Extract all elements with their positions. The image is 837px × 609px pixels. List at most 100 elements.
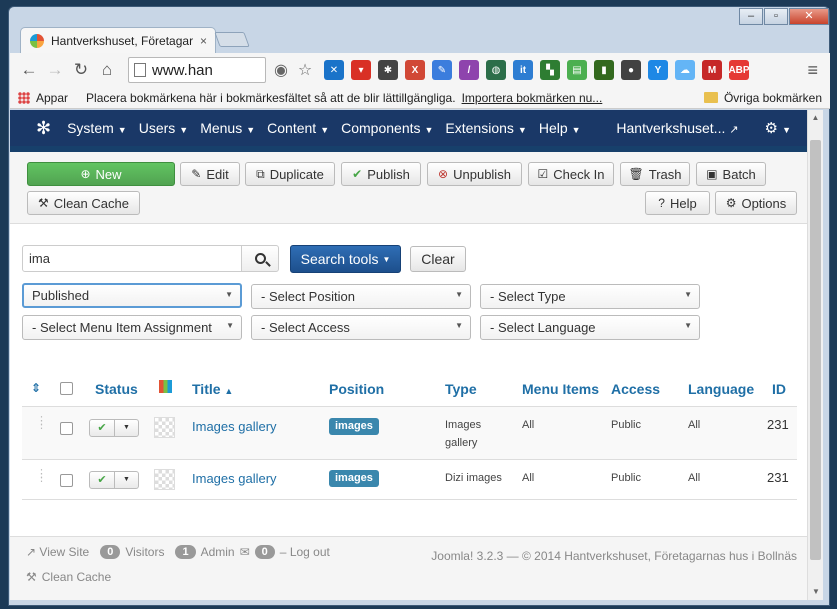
bookmarks-hint: Placera bokmärkena här i bokmärkesfältet… xyxy=(86,90,456,105)
ext-globe-icon[interactable]: ◍ xyxy=(486,60,506,80)
ext-it-icon[interactable]: it xyxy=(513,60,533,80)
status-toggle[interactable]: ✔ ▼ xyxy=(89,419,139,437)
ext-bug-icon[interactable]: ✱ xyxy=(378,60,398,80)
close-window-button[interactable]: ✕ xyxy=(789,8,829,25)
ext-moon-icon[interactable]: ● xyxy=(621,60,641,80)
header-access[interactable]: Access xyxy=(611,381,660,397)
reload-icon[interactable]: ↻ xyxy=(68,60,94,80)
home-icon[interactable]: ⌂ xyxy=(94,60,120,80)
filter-access-select[interactable]: - Select Access ▼ xyxy=(251,315,471,340)
row-checkbox[interactable] xyxy=(60,422,73,435)
joomla-logo-icon[interactable]: ✻ xyxy=(36,118,51,139)
nav-menus[interactable]: Menus ▼ xyxy=(200,120,255,136)
status-footer: ↗ View Site 0 Visitors 1 Admin ✉ 0 – Log… xyxy=(10,536,807,600)
help-button[interactable]: ? Help xyxy=(645,191,710,215)
table-header: ⇕ Status Title ▲ Position Type Menu Item… xyxy=(22,369,797,407)
page-scrollbar[interactable]: ▲ ▼ xyxy=(807,110,823,600)
checkin-button[interactable]: ☑ Check In xyxy=(528,162,614,186)
ext-y-icon[interactable]: Y xyxy=(648,60,668,80)
status-toggle[interactable]: ✔ ▼ xyxy=(89,471,139,489)
drag-handle-icon[interactable]: ⋮ ⋮ xyxy=(36,416,47,431)
filter-language-select[interactable]: - Select Language ▼ xyxy=(480,315,700,340)
lightbulb-icon[interactable]: ◉ xyxy=(270,60,292,80)
trash-button[interactable]: 🗑 Trash xyxy=(620,162,690,186)
new-button[interactable]: ⊕ New xyxy=(27,162,175,186)
scroll-up-arrow-icon[interactable]: ▲ xyxy=(808,110,823,126)
filter-position-select[interactable]: - Select Position ▼ xyxy=(251,284,471,309)
header-position[interactable]: Position xyxy=(329,381,384,397)
check-icon: ✔ xyxy=(352,167,363,181)
nav-system[interactable]: System ▼ xyxy=(67,120,127,136)
ext-puzzle-icon[interactable]: ▚ xyxy=(540,60,560,80)
ext-gmail-icon[interactable]: M xyxy=(702,60,722,80)
ext-feather-icon[interactable]: / xyxy=(459,60,479,80)
filter-menu-assignment-select[interactable]: - Select Menu Item Assignment ▼ xyxy=(22,315,242,340)
tab-close-icon[interactable]: × xyxy=(200,34,207,48)
select-all-checkbox[interactable] xyxy=(60,382,73,395)
ext-cloud-icon[interactable]: ☁ xyxy=(675,60,695,80)
address-bar[interactable]: www.han xyxy=(128,57,266,83)
clean-cache-button[interactable]: ⚒ Clean Cache xyxy=(27,191,140,215)
new-tab-button[interactable] xyxy=(214,32,250,47)
maximize-button[interactable]: ▫ xyxy=(764,8,788,25)
publish-button[interactable]: ✔ Publish xyxy=(341,162,421,186)
other-bookmarks[interactable]: Övriga bokmärken xyxy=(703,91,822,105)
import-bookmarks-link[interactable]: Importera bokmärken nu... xyxy=(462,91,603,105)
filter-type-select[interactable]: - Select Type ▼ xyxy=(480,284,700,309)
header-status[interactable]: Status xyxy=(95,381,138,397)
footer-status-row: ↗ View Site 0 Visitors 1 Admin ✉ 0 – Log… xyxy=(26,545,330,559)
row-checkbox[interactable] xyxy=(60,474,73,487)
nav-help[interactable]: Help ▼ xyxy=(539,120,581,136)
bookmark-star-icon[interactable]: ☆ xyxy=(294,60,316,80)
dropdown-arrow-icon: ▼ xyxy=(455,290,463,299)
nav-users[interactable]: Users ▼ xyxy=(139,120,188,136)
ext-book-icon[interactable]: ▮ xyxy=(594,60,614,80)
header-language[interactable]: Language xyxy=(688,381,754,397)
header-type[interactable]: Type xyxy=(445,381,477,397)
ext-butterfly-icon[interactable]: ✕ xyxy=(324,60,344,80)
sort-asc-icon: ▲ xyxy=(224,386,234,396)
logout-link[interactable]: – Log out xyxy=(280,545,330,559)
unpublish-button[interactable]: ⊗ Unpublish xyxy=(427,162,522,186)
search-tools-button[interactable]: Search tools ▼ xyxy=(290,245,401,273)
batch-button[interactable]: ▣ Batch xyxy=(696,162,766,186)
clear-button[interactable]: Clear xyxy=(410,246,466,272)
site-name-link[interactable]: Hantverkshuset... ↗ xyxy=(616,120,738,136)
scroll-down-arrow-icon[interactable]: ▼ xyxy=(808,584,824,600)
drag-handle-icon[interactable]: ⋮ ⋮ xyxy=(36,469,47,484)
header-id[interactable]: ID xyxy=(772,381,786,397)
admin-count-badge: 1 xyxy=(175,545,196,559)
view-site-link[interactable]: ↗ View Site xyxy=(26,545,89,559)
options-button[interactable]: ⚙ Options xyxy=(715,191,797,215)
question-icon: ? xyxy=(658,196,665,210)
envelope-icon[interactable]: ✉ xyxy=(240,545,250,559)
browser-tab[interactable]: Hantverkshuset, Företagar × xyxy=(20,27,216,53)
scroll-thumb[interactable] xyxy=(810,140,821,560)
ext-abp-icon[interactable]: ABP xyxy=(728,60,750,80)
module-title-link[interactable]: Images gallery xyxy=(192,471,277,486)
footer-clean-cache-link[interactable]: ⚒ Clean Cache xyxy=(26,570,111,584)
module-title-link[interactable]: Images gallery xyxy=(192,419,277,434)
minimize-button[interactable]: – xyxy=(739,8,763,25)
nav-extensions[interactable]: Extensions ▼ xyxy=(445,120,526,136)
edit-button[interactable]: ✎ Edit xyxy=(180,162,240,186)
ext-x-icon[interactable]: X xyxy=(405,60,425,80)
header-menu-items[interactable]: Menu Items xyxy=(522,381,599,397)
duplicate-button[interactable]: ⧉ Duplicate xyxy=(245,162,335,186)
apps-link[interactable]: Appar xyxy=(36,91,68,105)
header-title[interactable]: Title ▲ xyxy=(192,381,233,397)
nav-content[interactable]: Content ▼ xyxy=(267,120,329,136)
ext-pencil-icon[interactable]: ✎ xyxy=(432,60,452,80)
search-input[interactable]: ima xyxy=(22,245,242,272)
ext-print-icon[interactable]: ▤ xyxy=(567,60,587,80)
ordering-sort-icon[interactable]: ⇕ xyxy=(31,381,41,395)
forward-icon[interactable]: → xyxy=(42,60,68,80)
back-icon[interactable]: ← xyxy=(16,60,42,80)
search-button[interactable] xyxy=(241,245,279,272)
nav-components[interactable]: Components ▼ xyxy=(341,120,433,136)
filter-state-select[interactable]: Published ▼ xyxy=(22,283,242,308)
ext-vivaldi-icon[interactable]: ▾ xyxy=(351,60,371,80)
search-icon xyxy=(254,253,266,264)
browser-menu-icon[interactable]: ≡ xyxy=(807,60,824,81)
user-menu-gear-icon[interactable]: ⚙ ▼ xyxy=(764,119,791,137)
